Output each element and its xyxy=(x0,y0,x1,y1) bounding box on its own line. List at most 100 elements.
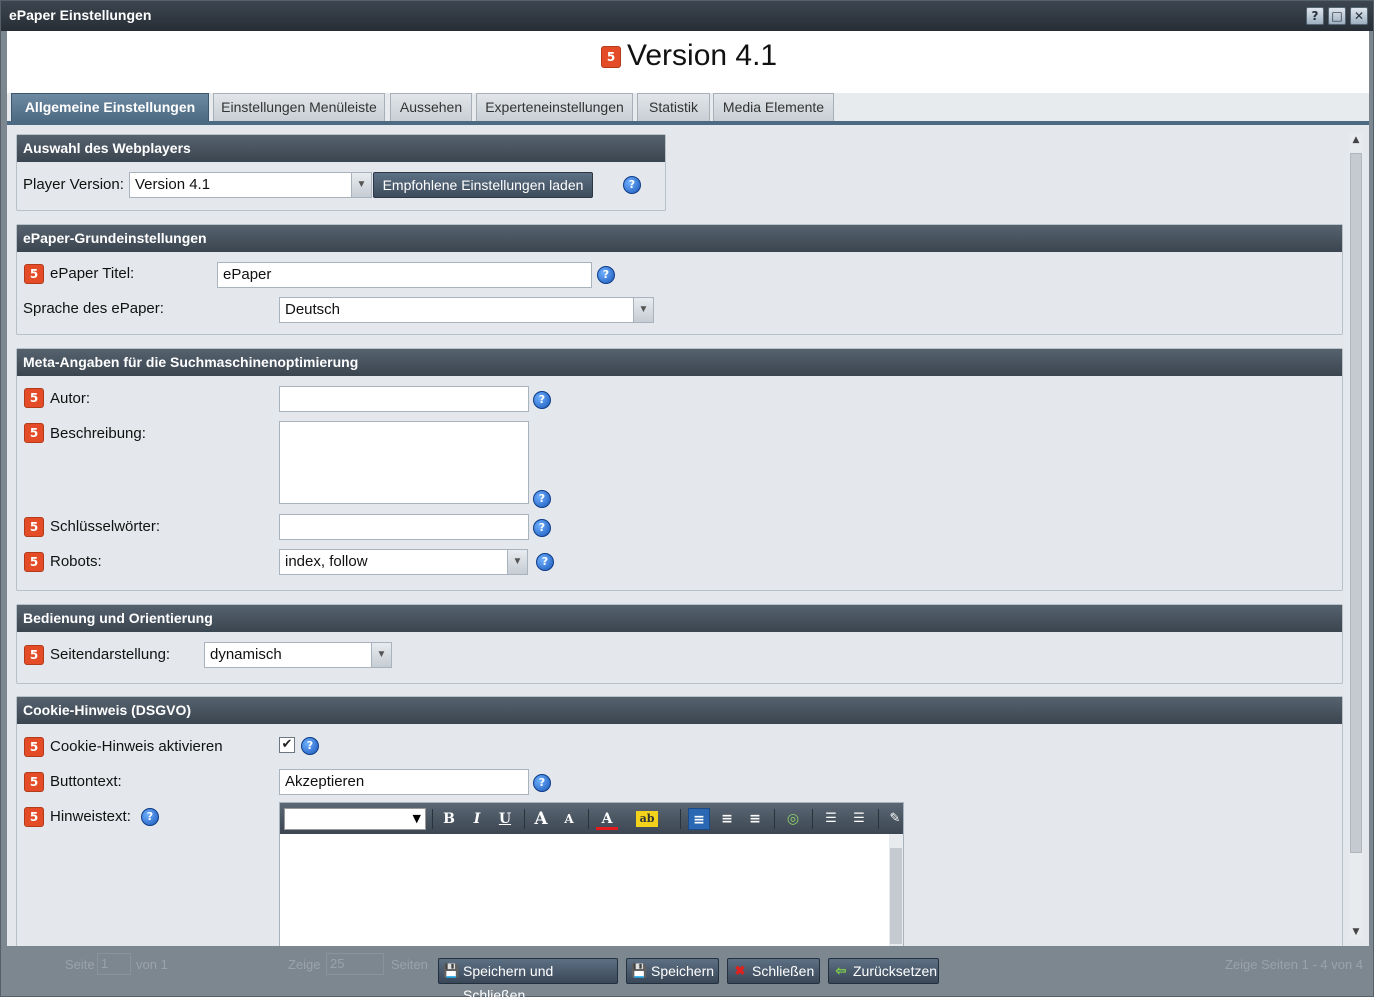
load-recommended-button[interactable]: Empfohlene Einstellungen laden xyxy=(373,172,593,198)
tab-media[interactable]: Media Elemente xyxy=(713,93,834,121)
source-edit-icon[interactable]: ✎ xyxy=(884,808,906,830)
navigation-section: Bedienung und Orientierung 5 Seitendarst… xyxy=(16,604,1343,684)
scroll-up-icon[interactable]: ▲ xyxy=(1349,133,1363,147)
panel-scrollbar[interactable]: ▲ ▼ xyxy=(1349,133,1363,939)
button-text-input[interactable]: Akzeptieren xyxy=(279,769,529,795)
page-display-value: dynamisch xyxy=(210,646,282,663)
author-label: Autor: xyxy=(50,390,91,407)
tab-expert[interactable]: Experteneinstellungen xyxy=(476,93,633,121)
help-icon[interactable]: ? xyxy=(533,490,551,508)
close-label: Schließen xyxy=(752,963,815,979)
pages-label: Seiten xyxy=(391,957,428,972)
robots-select[interactable]: index, follow ▼ xyxy=(279,549,528,575)
help-window-button[interactable]: ? xyxy=(1306,7,1324,25)
toolbar-separator xyxy=(680,809,681,829)
page-display-label: Seitendarstellung: xyxy=(50,646,171,663)
page-input[interactable]: 1 xyxy=(97,953,131,975)
footer-bar: Seite 1 von 1 Zeige 25 Seiten Zeige Seit… xyxy=(1,946,1373,1003)
align-center-icon[interactable]: ≡ xyxy=(716,808,738,830)
description-textarea[interactable] xyxy=(279,421,529,504)
toolbar-separator xyxy=(812,809,813,829)
hint-text-editor[interactable]: ▼ B I U A A A ab ≡ ≡ ≡ ◎ ☰ ☰ ✎ xyxy=(279,802,904,946)
tab-statistics[interactable]: Statistik xyxy=(637,93,710,121)
editor-scrollbar[interactable] xyxy=(889,834,903,946)
page-size-select[interactable]: 25 xyxy=(326,953,384,975)
cookie-enable-checkbox[interactable]: ✔ xyxy=(279,737,295,753)
help-icon[interactable]: ? xyxy=(301,737,319,755)
button-text-label: Buttontext: xyxy=(50,773,122,790)
chevron-down-icon[interactable]: ▼ xyxy=(507,550,527,574)
html5-icon: 5 xyxy=(24,772,44,792)
ordered-list-icon[interactable]: ☰ xyxy=(820,808,842,830)
webplayer-section: Auswahl des Webplayers Player Version: V… xyxy=(16,134,666,211)
html5-icon: 5 xyxy=(24,423,44,443)
help-icon[interactable]: ? xyxy=(597,266,615,284)
page-label: Seite xyxy=(65,957,95,972)
page-display-select[interactable]: dynamisch ▼ xyxy=(204,642,392,668)
tab-appearance[interactable]: Aussehen xyxy=(390,93,472,121)
help-icon[interactable]: ? xyxy=(533,774,551,792)
help-icon[interactable]: ? xyxy=(533,391,551,409)
section-title: ePaper-Grundeinstellungen xyxy=(17,225,1342,252)
panel-scroll-thumb[interactable] xyxy=(1350,153,1362,853)
align-right-icon[interactable]: ≡ xyxy=(744,808,766,830)
robots-value: index, follow xyxy=(285,553,368,570)
window-title: ePaper Einstellungen xyxy=(9,7,152,23)
basic-section: ePaper-Grundeinstellungen 5 ePaper Titel… xyxy=(16,224,1343,335)
font-grow-icon[interactable]: A xyxy=(530,808,552,830)
floppy-icon: 💾 xyxy=(631,963,648,978)
help-icon[interactable]: ? xyxy=(623,176,641,194)
player-version-select[interactable]: Version 4.1 ▼ xyxy=(129,172,372,198)
player-version-label: Player Version: xyxy=(23,176,124,193)
html5-icon: 5 xyxy=(601,46,621,68)
save-button[interactable]: 💾 Speichern xyxy=(626,958,719,984)
close-window-button[interactable]: ✕ xyxy=(1350,7,1368,25)
epaper-title-input[interactable]: ePaper xyxy=(217,262,592,288)
font-shrink-icon[interactable]: A xyxy=(558,808,580,830)
settings-panel: Auswahl des Webplayers Player Version: V… xyxy=(7,125,1369,946)
editor-toolbar: ▼ B I U A A A ab ≡ ≡ ≡ ◎ ☰ ☰ ✎ xyxy=(280,803,903,834)
tab-bar: Allgemeine Einstellungen Einstellungen M… xyxy=(7,93,1369,121)
chevron-down-icon[interactable]: ▼ xyxy=(371,643,391,667)
maximize-button[interactable]: □ xyxy=(1328,7,1346,25)
window-content: 5 Version 4.1 Allgemeine Einstellungen E… xyxy=(7,31,1369,946)
meta-section: Meta-Angaben für die Suchmaschinenoptimi… xyxy=(16,348,1343,591)
author-input[interactable] xyxy=(279,386,529,412)
reset-button[interactable]: ⇦ Zurücksetzen xyxy=(828,958,939,984)
html5-icon: 5 xyxy=(24,645,44,665)
chevron-down-icon[interactable]: ▼ xyxy=(351,173,371,197)
help-icon[interactable]: ? xyxy=(533,519,551,537)
show-label: Zeige xyxy=(288,957,321,972)
italic-icon[interactable]: I xyxy=(466,808,488,830)
keywords-input[interactable] xyxy=(279,514,529,540)
tab-general[interactable]: Allgemeine Einstellungen xyxy=(11,93,209,121)
bold-icon[interactable]: B xyxy=(438,808,460,830)
font-select[interactable]: ▼ xyxy=(284,808,426,830)
tab-menubar[interactable]: Einstellungen Menüleiste xyxy=(213,93,385,121)
align-left-icon[interactable]: ≡ xyxy=(688,808,710,830)
html5-icon: 5 xyxy=(24,552,44,572)
scroll-down-icon[interactable]: ▼ xyxy=(1349,925,1363,939)
title-bar[interactable]: ePaper Einstellungen ? □ ✕ xyxy=(1,1,1373,31)
player-version-value: Version 4.1 xyxy=(135,176,211,193)
font-color-icon[interactable]: A xyxy=(596,808,618,830)
highlight-color-icon[interactable]: ab xyxy=(636,811,658,827)
underline-icon[interactable]: U xyxy=(494,808,516,830)
save-close-button[interactable]: 💾 Speichern und Schließen xyxy=(438,958,618,1003)
link-icon[interactable]: ◎ xyxy=(782,808,804,830)
section-title: Cookie-Hinweis (DSGVO) xyxy=(17,697,1342,724)
chevron-down-icon[interactable]: ▼ xyxy=(633,298,653,322)
description-label: Beschreibung: xyxy=(50,425,146,442)
help-icon[interactable]: ? xyxy=(141,808,159,826)
editor-scroll-thumb[interactable] xyxy=(890,848,902,944)
close-button[interactable]: ✖ Schließen xyxy=(727,958,820,984)
floppy-icon: 💾 xyxy=(443,963,460,978)
help-icon[interactable]: ? xyxy=(536,553,554,571)
keywords-label: Schlüsselwörter: xyxy=(50,518,161,535)
language-select[interactable]: Deutsch ▼ xyxy=(279,297,654,323)
toolbar-separator xyxy=(588,809,589,829)
html5-icon: 5 xyxy=(24,807,44,827)
save-close-label: Speichern und Schließen xyxy=(463,963,554,1003)
unordered-list-icon[interactable]: ☰ xyxy=(848,808,870,830)
cookie-enable-label: Cookie-Hinweis aktivieren xyxy=(50,738,223,755)
